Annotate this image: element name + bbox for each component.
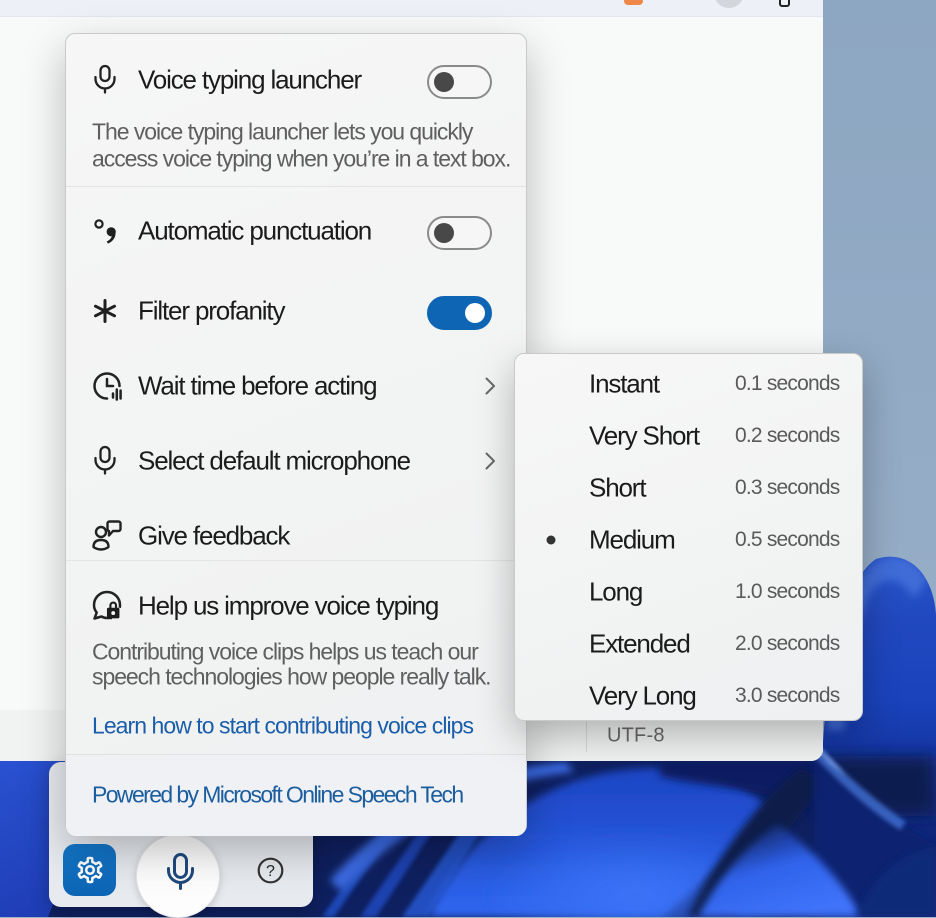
svg-text:?: ? xyxy=(266,863,275,880)
